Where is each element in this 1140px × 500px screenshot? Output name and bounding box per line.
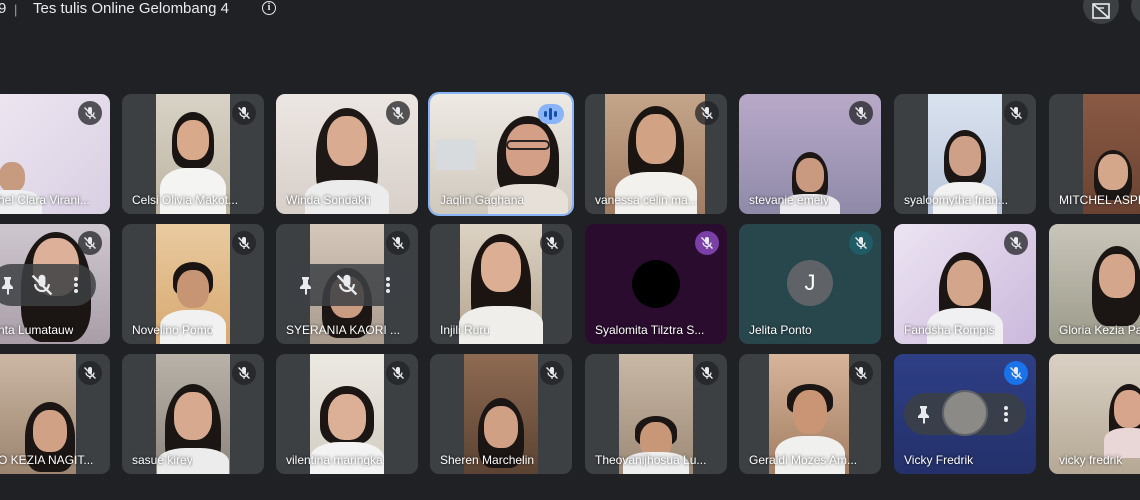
- mic-off-icon: [386, 361, 410, 385]
- participant-tile[interactable]: Winda Sondakh: [276, 94, 418, 214]
- avatar: [942, 390, 988, 436]
- pin-icon[interactable]: [912, 402, 936, 426]
- participant-name: Theovanijhosua Lu...: [595, 453, 707, 467]
- participant-name: O KEZIA NAGIT...: [0, 453, 94, 467]
- mic-off-icon: [1004, 101, 1028, 125]
- participant-hover-controls: [904, 390, 1026, 436]
- participant-tile[interactable]: Injili Ruru: [430, 224, 572, 344]
- mic-off-icon[interactable]: [30, 273, 54, 297]
- participant-name: Injili Ruru: [440, 323, 491, 337]
- participant-tile[interactable]: syaloomytha frian...: [894, 94, 1036, 214]
- mic-off-icon[interactable]: [335, 273, 359, 297]
- mic-off-icon: [78, 361, 102, 385]
- meeting-header: 9 | Tes tulis Online Gelombang 4 i: [0, 0, 1140, 30]
- participant-name: vanessa celin ma...: [595, 193, 698, 207]
- participant-name: Celsi Olivia Makot...: [132, 193, 239, 207]
- layout-icon: [1092, 3, 1110, 19]
- participant-tile[interactable]: vicky fredrik: [1049, 354, 1140, 474]
- mic-off-icon: [78, 101, 102, 125]
- more-vert-icon[interactable]: [994, 402, 1018, 426]
- mic-off-icon: [232, 101, 256, 125]
- participant-tile[interactable]: Theovanijhosua Lu...: [585, 354, 727, 474]
- more-vert-icon[interactable]: [376, 273, 400, 297]
- participant-tile[interactable]: SYERANIA KAORI ...: [276, 224, 418, 344]
- participant-name: Syalomita Tilztra S...: [595, 323, 705, 337]
- participant-tile[interactable]: J Jelita Ponto: [739, 224, 881, 344]
- avatar: [632, 260, 680, 308]
- participant-name: Jelita Ponto: [749, 323, 812, 337]
- participant-name: sasue kirey: [132, 453, 193, 467]
- header-separator: |: [14, 2, 18, 17]
- mic-off-icon: [232, 361, 256, 385]
- participant-tile[interactable]: vanessa celin ma...: [585, 94, 727, 214]
- participant-name: vicky fredrik: [1059, 453, 1123, 467]
- participant-name: Vicky Fredrik: [904, 453, 974, 467]
- info-icon[interactable]: i: [262, 1, 276, 15]
- pin-icon[interactable]: [294, 273, 318, 297]
- participant-name: Jaqlin Gaghana: [440, 193, 525, 207]
- participant-hover-controls: [284, 264, 410, 306]
- participant-tile[interactable]: hel Clara Virani...: [0, 94, 110, 214]
- mic-off-icon: [849, 231, 873, 255]
- participant-name: SYERANIA KAORI ...: [286, 323, 401, 337]
- more-vert-icon[interactable]: [64, 273, 88, 297]
- mic-off-icon: [1004, 361, 1028, 385]
- participant-name: Winda Sondakh: [286, 193, 371, 207]
- participant-tile[interactable]: Celsi Olivia Makot...: [122, 94, 264, 214]
- layout-button[interactable]: [1083, 0, 1119, 24]
- participant-tile[interactable]: sasue kirey: [122, 354, 264, 474]
- mic-off-icon: [695, 101, 719, 125]
- mic-off-icon: [695, 361, 719, 385]
- pin-icon[interactable]: [0, 273, 20, 297]
- participant-tile[interactable]: stevanie emely: [739, 94, 881, 214]
- mic-off-icon: [386, 231, 410, 255]
- participant-name: MITCHEL ASPR: [1059, 193, 1140, 207]
- participant-name: syaloomytha frian...: [904, 193, 1009, 207]
- participant-tile-active-speaker[interactable]: Jaqlin Gaghana: [428, 92, 574, 216]
- clock: 9: [0, 0, 7, 17]
- mic-off-icon: [849, 101, 873, 125]
- participant-name: hel Clara Virani...: [0, 193, 90, 207]
- mic-off-icon: [78, 231, 102, 255]
- participant-tile[interactable]: Syalomita Tilztra S...: [585, 224, 727, 344]
- mic-off-icon: [540, 361, 564, 385]
- participant-tile[interactable]: Geraldi Mozes Am...: [739, 354, 881, 474]
- more-options-button[interactable]: [1131, 0, 1140, 24]
- participant-tile[interactable]: O KEZIA NAGIT...: [0, 354, 110, 474]
- participant-name: Geraldi Mozes Am...: [749, 453, 858, 467]
- mic-off-icon: [849, 361, 873, 385]
- participant-tile[interactable]: nta Lumatauw: [0, 224, 110, 344]
- participant-tile[interactable]: vilentina maringka: [276, 354, 418, 474]
- mic-off-icon: [695, 231, 719, 255]
- participant-name: Sheren Marchelin: [440, 453, 535, 467]
- participant-tile[interactable]: Novelino Pomo: [122, 224, 264, 344]
- participant-tile[interactable]: Gloria Kezia Pa: [1049, 224, 1140, 344]
- participant-name: nta Lumatauw: [0, 323, 74, 337]
- participant-tile[interactable]: Sheren Marchelin: [430, 354, 572, 474]
- audio-wave-icon: [538, 104, 564, 124]
- participant-tile[interactable]: Vicky Fredrik: [894, 354, 1036, 474]
- mic-off-icon: [232, 231, 256, 255]
- participant-tile[interactable]: MITCHEL ASPR: [1049, 94, 1140, 214]
- participant-name: stevanie emely: [749, 193, 830, 207]
- participant-name: Novelino Pomo: [132, 323, 214, 337]
- avatar: J: [787, 260, 833, 306]
- mic-off-icon: [386, 101, 410, 125]
- participant-name: Gloria Kezia Pa: [1059, 323, 1140, 337]
- meeting-title: Tes tulis Online Gelombang 4: [33, 0, 229, 17]
- participant-hover-controls: [0, 264, 96, 306]
- mic-off-icon: [1004, 231, 1028, 255]
- participant-name: Fandsha Rompis: [904, 323, 995, 337]
- participant-tile[interactable]: Fandsha Rompis: [894, 224, 1036, 344]
- participant-name: vilentina maringka: [286, 453, 383, 467]
- mic-off-icon: [540, 231, 564, 255]
